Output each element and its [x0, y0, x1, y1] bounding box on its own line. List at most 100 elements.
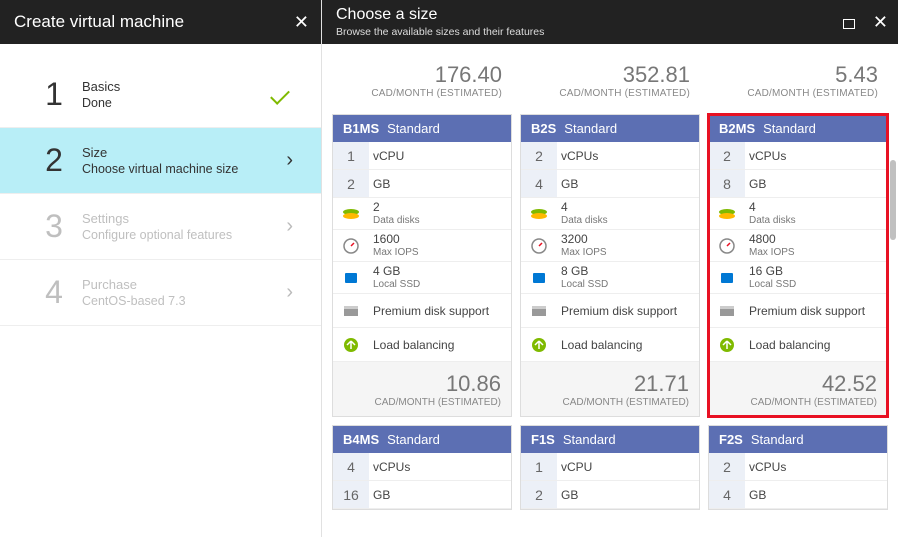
vcpu-label: vCPU	[369, 149, 404, 163]
step-number: 2	[40, 142, 68, 179]
vcpu-value: 2	[709, 142, 745, 169]
price-unit: CAD/MONTH (ESTIMATED)	[747, 88, 878, 99]
load-balancing-label: Load balancing	[745, 338, 830, 352]
iops-value: 3200	[561, 233, 607, 246]
price-value: 5.43	[835, 62, 878, 88]
size-code: B2S	[531, 121, 556, 136]
restore-icon[interactable]	[843, 17, 857, 28]
size-card-f2s[interactable]: F2SStandard 2vCPUs 4GB	[708, 425, 888, 510]
ssd-value: 8 GB	[561, 265, 608, 278]
step-size[interactable]: 2 Size Choose virtual machine size	[0, 128, 321, 194]
size-tier: Standard	[564, 121, 617, 136]
disks-value: 2	[373, 201, 420, 214]
ram-label: GB	[557, 488, 578, 502]
step-settings[interactable]: 3 Settings Configure optional features	[0, 194, 321, 260]
premium-disk-label: Premium disk support	[745, 304, 865, 318]
size-code: B4MS	[343, 432, 379, 447]
step-title: Size	[82, 145, 238, 160]
price-unit: CAD/MONTH (ESTIMATED)	[371, 88, 502, 99]
price-value: 21.71	[634, 371, 689, 397]
disks-label: Data disks	[373, 215, 420, 226]
iops-icon	[709, 238, 745, 254]
iops-value: 1600	[373, 233, 419, 246]
size-tier: Standard	[563, 432, 616, 447]
ram-value: 4	[709, 481, 745, 508]
premium-disk-icon	[521, 305, 557, 317]
step-number: 4	[40, 274, 68, 311]
close-icon[interactable]: ✕	[294, 13, 309, 31]
price-unit: CAD/MONTH (ESTIMATED)	[375, 397, 501, 408]
ram-value: 16	[333, 481, 369, 508]
ram-label: GB	[557, 177, 578, 191]
wizard-title: Create virtual machine	[14, 12, 184, 32]
size-code: F2S	[719, 432, 743, 447]
iops-icon	[333, 238, 369, 254]
vcpu-label: vCPU	[557, 460, 592, 474]
size-card-b4ms[interactable]: B4MSStandard 4vCPUs 16GB	[332, 425, 512, 510]
size-blade: Choose a size Browse the available sizes…	[322, 0, 898, 537]
vcpu-value: 2	[709, 453, 745, 480]
price-top: 352.81 CAD/MONTH (ESTIMATED)	[520, 54, 700, 106]
load-balancing-icon	[709, 337, 745, 353]
wizard-panel: Create virtual machine ✕ 1 Basics Done 2…	[0, 0, 322, 537]
vcpu-value: 1	[333, 142, 369, 169]
vcpu-value: 1	[521, 453, 557, 480]
ssd-value: 4 GB	[373, 265, 420, 278]
load-balancing-label: Load balancing	[557, 338, 642, 352]
wizard-steps: 1 Basics Done 2 Size Choose virtual mach…	[0, 44, 321, 326]
size-code: F1S	[531, 432, 555, 447]
premium-disk-icon	[333, 305, 369, 317]
disks-label: Data disks	[749, 215, 796, 226]
ram-value: 2	[521, 481, 557, 508]
ram-label: GB	[745, 177, 766, 191]
step-number: 1	[40, 76, 68, 113]
price-value: 352.81	[623, 62, 690, 88]
step-purchase[interactable]: 4 Purchase CentOS-based 7.3	[0, 260, 321, 326]
ssd-label: Local SSD	[561, 279, 608, 290]
disks-value: 4	[561, 201, 608, 214]
price-value: 42.52	[822, 371, 877, 397]
price-unit: CAD/MONTH (ESTIMATED)	[563, 397, 689, 408]
ram-label: GB	[369, 177, 390, 191]
price-top: 176.40 CAD/MONTH (ESTIMATED)	[332, 54, 512, 106]
vcpu-label: vCPUs	[557, 149, 598, 163]
scrollbar-thumb[interactable]	[890, 160, 896, 240]
disks-icon	[521, 207, 557, 221]
sizes-scroll[interactable]: 176.40 CAD/MONTH (ESTIMATED) 352.81 CAD/…	[322, 44, 898, 537]
iops-label: Max IOPS	[561, 247, 607, 258]
step-subtitle: Choose virtual machine size	[82, 162, 238, 176]
ram-label: GB	[369, 488, 390, 502]
size-tier: Standard	[387, 121, 440, 136]
size-code: B2MS	[719, 121, 755, 136]
load-balancing-icon	[521, 337, 557, 353]
vcpu-value: 2	[521, 142, 557, 169]
disks-value: 4	[749, 201, 796, 214]
size-tier: Standard	[763, 121, 816, 136]
size-title: Choose a size	[336, 6, 437, 24]
step-title: Purchase	[82, 277, 186, 292]
iops-label: Max IOPS	[373, 247, 419, 258]
step-subtitle: CentOS-based 7.3	[82, 294, 186, 308]
close-icon[interactable]: ✕	[873, 13, 888, 31]
step-subtitle: Configure optional features	[82, 228, 232, 242]
size-card-b2ms[interactable]: B2MSStandard 2vCPUs 8GB 4Data disks 4800…	[708, 114, 888, 417]
step-basics[interactable]: 1 Basics Done	[0, 62, 321, 128]
step-title: Basics	[82, 79, 120, 94]
size-card-b2s[interactable]: B2SStandard 2vCPUs 4GB 4Data disks 3200M…	[520, 114, 700, 417]
step-title: Settings	[82, 211, 232, 226]
size-card-b1ms[interactable]: B1MSStandard 1vCPU 2GB 2Data disks 1600M…	[332, 114, 512, 417]
ssd-icon	[333, 271, 369, 285]
ram-value: 4	[521, 170, 557, 197]
size-card-f1s[interactable]: F1S Standard 1vCPU 2GB	[520, 425, 700, 510]
ssd-icon	[521, 271, 557, 285]
ssd-value: 16 GB	[749, 265, 796, 278]
ssd-label: Local SSD	[749, 279, 796, 290]
ram-value: 2	[333, 170, 369, 197]
disks-icon	[333, 207, 369, 221]
iops-icon	[521, 238, 557, 254]
vcpu-label: vCPUs	[745, 149, 786, 163]
price-unit: CAD/MONTH (ESTIMATED)	[751, 397, 877, 408]
ram-label: GB	[745, 488, 766, 502]
vcpu-label: vCPUs	[745, 460, 786, 474]
premium-disk-label: Premium disk support	[369, 304, 489, 318]
